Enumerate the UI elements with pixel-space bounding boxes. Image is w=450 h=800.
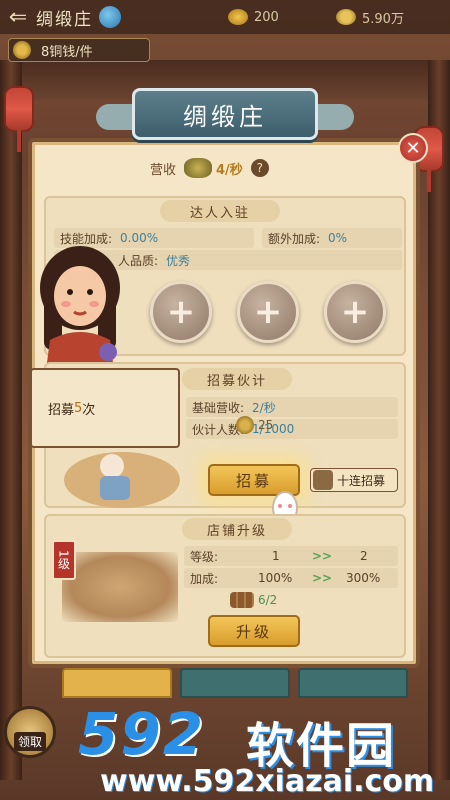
lantern-left: [4, 86, 34, 152]
bonus-to: 300%: [346, 571, 381, 585]
income-label: 营收: [150, 162, 177, 178]
quality-value: 优秀: [166, 253, 191, 268]
coin-value: 5.90万: [362, 11, 404, 27]
tooltip-prefix: 招募: [48, 402, 75, 418]
price-label: 8铜钱/件: [41, 44, 93, 60]
watermark: 592 软件园 www.592xiazai.com: [60, 696, 450, 800]
level-row: 等级: 1 >> 2: [184, 546, 398, 566]
wood-cost-value: 6/2: [258, 593, 278, 607]
staff-row: 伙计人数: 1/1000: [186, 419, 398, 439]
talent-title: 达人入驻: [160, 200, 280, 222]
upgrade-button[interactable]: 升级: [208, 615, 300, 647]
talent-slot-1[interactable]: +: [150, 281, 212, 343]
claim-button[interactable]: 领取: [4, 706, 56, 758]
recruit-cost-value: 25: [258, 418, 274, 432]
bird-icon: [99, 6, 121, 28]
coin-icon: [236, 416, 254, 434]
close-icon: ✕: [405, 137, 421, 159]
level-from: 1: [272, 549, 280, 563]
pillar-left: [0, 60, 22, 780]
talent-slot-3[interactable]: +: [324, 281, 386, 343]
bonus-row: 加成: 100% >> 300%: [184, 568, 398, 588]
merchant-character: [40, 246, 120, 370]
recruit-tooltip: 招募 5 次: [30, 368, 180, 448]
tab-1[interactable]: [62, 668, 172, 698]
bonus-from: 100%: [258, 571, 293, 585]
talent-slot-2[interactable]: +: [237, 281, 299, 343]
income-row: 营收 4/秒 ?: [150, 155, 300, 181]
worker-illustration: [64, 452, 180, 508]
income-value: 4/秒: [216, 162, 243, 178]
price-pill: 8铜钱/件: [8, 38, 150, 62]
screen-title: 绸缎庄: [36, 9, 93, 30]
coin-resource: 5.90万: [336, 8, 404, 27]
panel-title: 绸缎庄: [132, 88, 318, 140]
tooltip-suffix: 次: [82, 402, 96, 418]
extra-bonus-label: 额外加成:: [268, 231, 321, 246]
level-to: 2: [360, 549, 368, 563]
tab-3[interactable]: [298, 668, 408, 698]
claim-label: 领取: [13, 732, 46, 751]
gold-ingot-icon: [228, 9, 248, 25]
wood-cost: 6/2: [230, 592, 277, 608]
base-income-value: 2/秒: [252, 400, 276, 415]
recruit-cost: 25: [236, 416, 273, 434]
bonus-label: 加成:: [190, 571, 219, 586]
checkbox-icon: [313, 470, 333, 490]
bottom-tabs: [62, 668, 408, 698]
ten-recruit-label: 十连招募: [337, 473, 386, 488]
tooltip-number: 5: [74, 400, 83, 416]
upgrade-title: 店铺升级: [182, 518, 292, 540]
coin-stack-icon: [184, 158, 213, 178]
ingot-value: 200: [254, 9, 279, 25]
top-bar: ⇐ 绸缎庄 200 5.90万: [0, 0, 450, 34]
help-button[interactable]: ?: [250, 159, 269, 177]
ingot-resource: 200: [228, 9, 279, 25]
extra-bonus-value: 0%: [328, 231, 348, 245]
back-button[interactable]: ⇐: [0, 5, 36, 30]
copper-coin-icon: [336, 9, 356, 25]
recruit-title: 招募伙计: [182, 368, 292, 390]
arrow-left-icon: ⇐: [8, 4, 28, 30]
base-income-row: 基础营收: 2/秒: [186, 397, 398, 417]
coin-icon: [13, 41, 31, 59]
level-arrow: >>: [312, 549, 333, 563]
ten-recruit-button[interactable]: 十连招募: [310, 468, 398, 492]
level-badge: 1级: [52, 540, 76, 580]
level-label: 等级:: [190, 549, 219, 564]
shop-building-illustration: [62, 552, 178, 622]
extra-bonus-row: 额外加成: 0%: [262, 228, 402, 248]
watermark-number: 592: [78, 700, 206, 768]
bonus-arrow: >>: [312, 571, 333, 585]
wood-logs-icon: [230, 592, 254, 608]
watermark-url: www.592xiazai.com: [100, 764, 435, 799]
tab-2[interactable]: [180, 668, 290, 698]
close-button[interactable]: ✕: [398, 133, 428, 163]
base-income-label: 基础营收:: [192, 400, 245, 415]
